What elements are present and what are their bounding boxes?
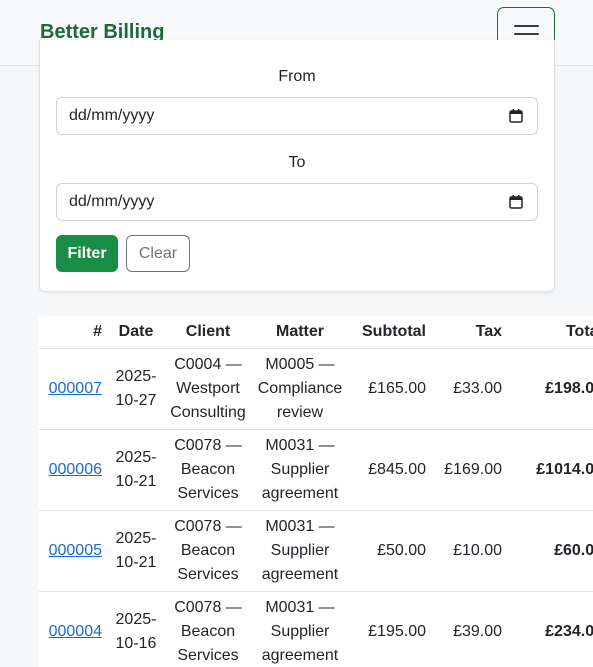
- table-row: 000004 2025-10-16 C0078 — Beacon Service…: [39, 591, 593, 667]
- invoice-client: C0078 — Beacon Services: [166, 429, 250, 511]
- invoice-tax: £169.00: [430, 429, 506, 511]
- invoice-subtotal: £845.00: [350, 429, 430, 511]
- invoice-subtotal: £50.00: [350, 510, 430, 592]
- invoice-date: 2025-10-21: [106, 510, 166, 592]
- calendar-icon[interactable]: [509, 195, 523, 209]
- table-row: 000007 2025-10-27 C0004 — Westport Consu…: [39, 348, 593, 430]
- invoice-tax: £39.00: [430, 591, 506, 667]
- from-date-value: dd/mm/yyyy: [69, 107, 155, 124]
- invoices-table: # Date Client Matter Subtotal Tax Total …: [39, 316, 593, 667]
- filter-button[interactable]: Filter: [56, 235, 118, 272]
- invoice-matter: M0005 — Compliance review: [250, 348, 350, 430]
- column-header-total: Total: [506, 316, 593, 349]
- invoice-client: C0004 — Westport Consulting: [166, 348, 250, 430]
- invoice-total: £1014.00: [506, 429, 593, 511]
- clear-button[interactable]: Clear: [126, 235, 190, 272]
- invoice-client: C0078 — Beacon Services: [166, 591, 250, 667]
- to-date-value: dd/mm/yyyy: [69, 193, 155, 210]
- invoice-tax: £10.00: [430, 510, 506, 592]
- table-row: 000006 2025-10-21 C0078 — Beacon Service…: [39, 429, 593, 511]
- calendar-icon[interactable]: [509, 109, 523, 123]
- to-label: To: [288, 154, 306, 171]
- column-header-tax: Tax: [430, 316, 506, 349]
- invoice-link[interactable]: 000006: [49, 461, 102, 478]
- invoice-link[interactable]: 000004: [49, 623, 102, 640]
- column-header-client: Client: [166, 316, 250, 349]
- column-header-number: #: [39, 316, 106, 349]
- invoice-tax: £33.00: [430, 348, 506, 430]
- invoice-total: £198.00: [506, 348, 593, 430]
- invoice-date: 2025-10-21: [106, 429, 166, 511]
- invoice-date: 2025-10-16: [106, 591, 166, 667]
- invoices-table-container[interactable]: # Date Client Matter Subtotal Tax Total …: [39, 316, 593, 667]
- column-header-subtotal: Subtotal: [350, 316, 430, 349]
- invoice-matter: M0031 — Supplier agreement: [250, 591, 350, 667]
- invoice-total: £234.00: [506, 591, 593, 667]
- invoice-total: £60.00: [506, 510, 593, 592]
- column-header-matter: Matter: [250, 316, 350, 349]
- invoice-link[interactable]: 000007: [49, 380, 102, 397]
- from-date-input[interactable]: dd/mm/yyyy: [56, 97, 538, 135]
- to-date-input[interactable]: dd/mm/yyyy: [56, 183, 538, 221]
- invoice-date: 2025-10-27: [106, 348, 166, 430]
- invoice-client: C0078 — Beacon Services: [166, 510, 250, 592]
- filter-form: From dd/mm/yyyy To dd/mm/yyyy Filter Cle…: [39, 66, 555, 292]
- invoice-link[interactable]: 000005: [49, 542, 102, 559]
- invoice-subtotal: £195.00: [350, 591, 430, 667]
- invoice-subtotal: £165.00: [350, 348, 430, 430]
- table-row: 000005 2025-10-21 C0078 — Beacon Service…: [39, 510, 593, 592]
- column-header-date: Date: [106, 316, 166, 349]
- invoice-matter: M0031 — Supplier agreement: [250, 510, 350, 592]
- invoice-matter: M0031 — Supplier agreement: [250, 429, 350, 511]
- table-header-row: # Date Client Matter Subtotal Tax Total: [39, 316, 593, 349]
- from-label: From: [278, 68, 316, 85]
